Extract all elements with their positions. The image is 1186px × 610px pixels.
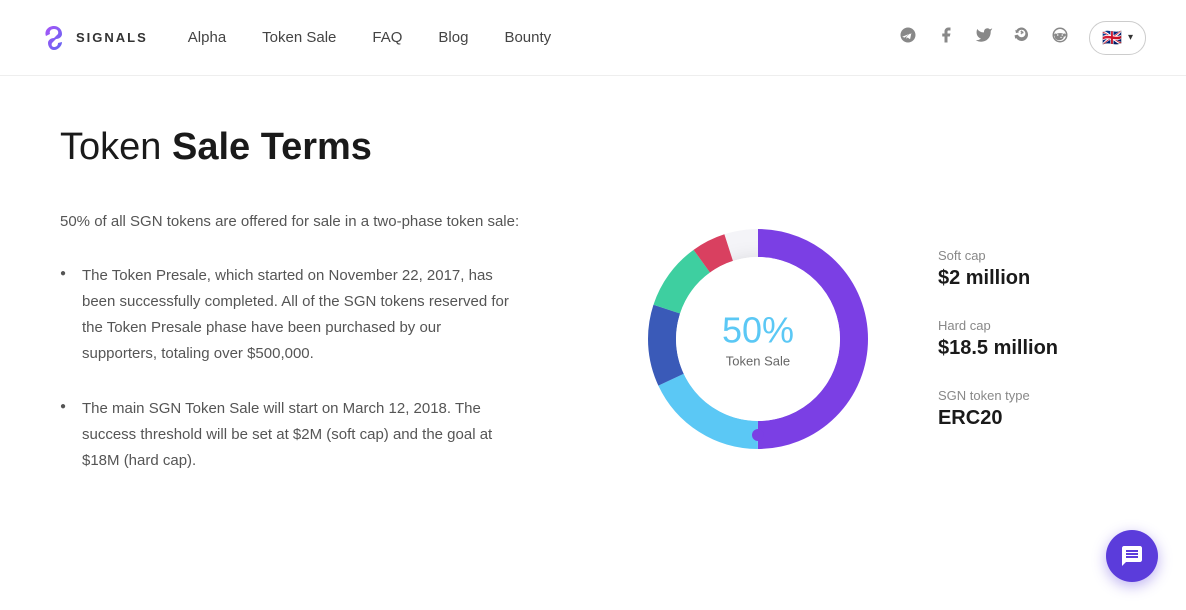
nav-bounty[interactable]: Bounty <box>504 29 551 46</box>
facebook-icon[interactable] <box>937 26 955 49</box>
logo-icon <box>40 24 68 52</box>
chat-icon <box>1120 544 1144 568</box>
stat-tokentype-value: ERC20 <box>938 407 1058 430</box>
reddit-icon[interactable] <box>1051 26 1069 49</box>
nav-faq[interactable]: FAQ <box>372 29 402 46</box>
stat-tokentype: SGN token type ERC20 <box>938 388 1058 430</box>
main-content: Token Sale Terms 50% of all SGN tokens a… <box>0 76 1186 562</box>
stats-section: Soft cap $2 million Hard cap $18.5 milli… <box>938 248 1058 430</box>
lang-dropdown-arrow: ▾ <box>1128 32 1133 43</box>
nav-alpha[interactable]: Alpha <box>188 29 226 46</box>
nav-left: SIGNALS Alpha Token Sale FAQ Blog Bounty <box>40 24 551 52</box>
stat-softcap-label: Soft cap <box>938 248 1058 263</box>
segment-indicator <box>752 429 764 441</box>
donut-chart: 50% Token Sale <box>628 209 888 469</box>
intro-text: 50% of all SGN tokens are offered for sa… <box>60 209 520 235</box>
text-section: 50% of all SGN tokens are offered for sa… <box>60 209 520 502</box>
nav-blog[interactable]: Blog <box>438 29 468 46</box>
telegram-icon[interactable] <box>899 26 917 49</box>
title-bold: Sale Terms <box>172 126 372 168</box>
logo-text: SIGNALS <box>76 30 148 45</box>
donut-label: Token Sale <box>722 354 794 369</box>
logo[interactable]: SIGNALS <box>40 24 148 52</box>
page-title: Token Sale Terms <box>60 126 1126 169</box>
title-light: Token <box>60 126 172 168</box>
stat-hardcap-value: $18.5 million <box>938 337 1058 360</box>
stat-softcap-value: $2 million <box>938 267 1058 290</box>
navbar: SIGNALS Alpha Token Sale FAQ Blog Bounty <box>0 0 1186 76</box>
chat-button[interactable] <box>1106 530 1158 582</box>
donut-percent: 50% <box>722 310 794 352</box>
flag-icon: 🇬🇧 <box>1102 28 1122 48</box>
chart-area: 50% Token Sale Soft cap $2 million Hard … <box>560 209 1126 469</box>
twitter-icon[interactable] <box>975 26 993 49</box>
bitcoin-icon[interactable] <box>1013 26 1031 49</box>
language-selector[interactable]: 🇬🇧 ▾ <box>1089 21 1146 55</box>
bullet-list: The Token Presale, which started on Nove… <box>60 263 520 475</box>
content-area: 50% of all SGN tokens are offered for sa… <box>60 209 1126 502</box>
stat-softcap: Soft cap $2 million <box>938 248 1058 290</box>
stat-hardcap-label: Hard cap <box>938 318 1058 333</box>
nav-tokensale[interactable]: Token Sale <box>262 29 336 46</box>
list-item: The Token Presale, which started on Nove… <box>60 263 520 368</box>
stat-tokentype-label: SGN token type <box>938 388 1058 403</box>
nav-links: Alpha Token Sale FAQ Blog Bounty <box>188 29 551 46</box>
list-item: The main SGN Token Sale will start on Ma… <box>60 396 520 475</box>
nav-right: 🇬🇧 ▾ <box>899 21 1146 55</box>
donut-center-text: 50% Token Sale <box>722 310 794 369</box>
stat-hardcap: Hard cap $18.5 million <box>938 318 1058 360</box>
